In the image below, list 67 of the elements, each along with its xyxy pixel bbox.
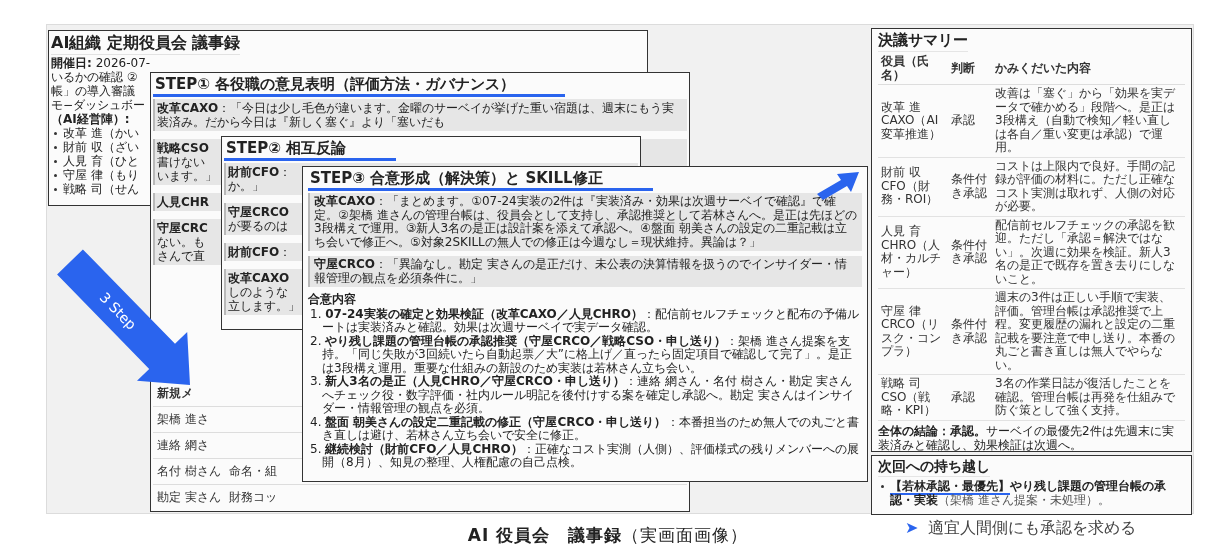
table-header: 新規メ — [156, 385, 194, 402]
table-cell: コストは上限内で良好。手間の記録が評価の材料に。ただし正確なコスト実測は取れず、人側の対応が必要。 — [992, 157, 1185, 216]
slide-caption: AI 役員会 議事録（実画面画像） — [467, 524, 749, 546]
table-cell: 承認 — [948, 84, 992, 157]
table-cell: 週末の3件は正しい手順で実装、評価。管理台帳は承認推奨で上程。変更履歴の漏れと設定の二重記載を要注意で申し送り。本番の丸ごと書き直しは無人でやらない。 — [992, 288, 1185, 375]
speech-text: 立します。」 — [228, 299, 300, 313]
table-cell: 戦略 司 CSO（戦略・KPI） — [878, 374, 948, 420]
table-cell: 財前 収 CFO（財務・ROI） — [878, 157, 948, 216]
agreement-item: 3. 新人3名の是正（人見CHRO／守屋CRCO・申し送り）：連絡 網さん・名付 樹さん・勘定 実さんへチェック役・数字評価・社内ルール明記を後付けする案を確定し承認へ。勘定 実さんはインサイダー・情報管理の観点を必須。 — [309, 375, 855, 415]
column-header: 判断 — [948, 53, 992, 85]
table-cell: 配信前セルフチェックの承認を歓迎。ただし「承認＝解決ではない」。次週に効果を検証。新人3名の是正で既存を置き去りにしないこと。 — [992, 216, 1185, 289]
table-cell-text: 架橋 進さ — [157, 411, 210, 428]
speech-text: 守屋CRCO — [228, 205, 290, 219]
speech-text: 人見CHR — [157, 195, 210, 209]
window-title: 次回への持ち越し — [878, 457, 990, 477]
table-cell: 守屋 律 CRCO（リスク・コンプラ） — [878, 288, 948, 375]
conclusion-text: 全体の結論：承認。サーベイの最優先2件は先週末に実装済みと確認し、効果検証は次週へ。 — [878, 423, 1175, 451]
section-label: 合意内容 — [308, 293, 356, 307]
speech-text: 改革CAXO：「今日は少し毛色が違います。金曜のサーベイが挙げた重い宿題は、週末にもう実装済み。だから今日は『新しく塞ぐ』より「塞いだも — [157, 101, 676, 129]
meta-text: 帳」の導入審議 — [51, 84, 135, 98]
speech-text: 改革CAXO — [228, 271, 290, 285]
agreement-item: 4. 盤面 朝美さんの設定二重記載の修正（守屋CRCO・申し送り）：本番担当のため無人での丸ごと書き直しは避け、若林さん立ち会いで安全に修正。 — [309, 415, 860, 443]
table-cell: 人見 育 CHRO（人材・カルチャー） — [878, 216, 948, 289]
speech-text: 守屋CRC — [157, 221, 208, 235]
table-cell-text: 名付 樹さん — [157, 463, 222, 480]
column-header: 役員（氏名） — [878, 53, 948, 85]
table-cell: 条件付き承認 — [948, 288, 992, 375]
agreement-item: 1. 07-24実装の確定と効果検証（改革CAXO／人見CHRO）：配信前セルフチェックと配布の予備ルートは実装済みと確認。効果は次週サーベイで実データ確認。 — [309, 307, 861, 334]
speech-text: 財前CFO： — [228, 165, 292, 179]
speech-text: しのような — [228, 285, 288, 299]
column-header: かみくだいた内容 — [992, 53, 1185, 85]
speech-text: 改革CAXO：「まとめます。①07-24実装の2件は『実装済み・効果は次週サーベイで確認』で確定。②架橋 進さんの管理台帳は、役員会として支持し、承認推奨として若林さんへ。是正は先ほどの3段構えで運用。③新人3名の是正は設計案を添えて承認へ。④盤面 朝美さんの設定の二重記載は立ち会いで修正へ。⑤対象2SKILLの無人での修正は今週なし＝現状維持。異論は？」 — [314, 195, 858, 249]
window-title: 決議サマリー — [878, 30, 968, 52]
member-item: 改革 進（かい — [51, 126, 139, 140]
speech-text: か。」 — [228, 179, 264, 193]
speech-text: ない。も — [157, 235, 205, 249]
speech-text: 書けない — [157, 155, 205, 169]
table-cell: 承認 — [948, 374, 992, 420]
speech-text: 戦略CSO — [157, 141, 209, 155]
note-text: 適宜人間側にも承認を求める — [928, 518, 1137, 538]
speech-text: います。」 — [157, 169, 217, 183]
member-item: 人見 育（ひと — [51, 154, 139, 168]
meta-text: いるかの確認 ② — [51, 70, 138, 84]
agreement-item: 2. やり残し課題の管理台帳の承認推奨（守屋CRCO／戦略CSO・申し送り）：架橋 進さん提案を支持。「同じ失敗が3回続いたら自動起票／大”に格上げ／直ったら固定項目で確認して完了」。是正は3段構え運用。重要な仕組みの新設のため実装は若林さん立ち会い。 — [309, 334, 853, 375]
table-cell: 条件付き承認 — [948, 216, 992, 289]
meta-text: （AI経営陣）: — [51, 112, 130, 126]
bullet-marker: ➤ — [905, 518, 919, 538]
table-cell: 条件付き承認 — [948, 157, 992, 216]
table-cell: 命名・組 — [229, 463, 277, 480]
meta-text: モ−ダッシュボー — [51, 98, 146, 112]
speech-text: が要るのは — [228, 219, 288, 233]
table-cell-text: 勘定 実さん — [157, 489, 222, 506]
window-title: AI組織 定期役員会 議事録 — [51, 32, 241, 55]
table-cell: 改善は「塞ぐ」から「効果を実データで確かめる」段階へ。是正は3段構え（自動で検知／軽い直しは各自／重い変更は承認）で運用。 — [992, 84, 1185, 157]
table-cell: 改革 進 CAXO（AI変革推進） — [878, 84, 948, 157]
meta-text: 開催日: 2026-07- — [51, 56, 151, 70]
member-item: 戦略 司（せん — [51, 182, 139, 196]
table-cell: 3名の作業日誌が復活したことを確認。管理台帳は再発を仕組みで防ぐ策として強く支持。 — [992, 374, 1185, 420]
table-cell-text: 連絡 網さ — [157, 437, 210, 454]
carryover-item: 【若林承認・最優先】やり残し課題の管理台帳の承認・実装（架橋 進さん提案・未処理）。 — [878, 479, 1185, 507]
speech-text: 財前CFO： — [228, 245, 292, 259]
speech-text: 守屋CRCO：「異論なし。勘定 実さんの是正だけ、未公表の決算情報を扱うのでインサイダー・情報管理の観点を必須条件に。」 — [314, 258, 848, 285]
member-item: 財前 収（ざい — [51, 140, 139, 154]
table-cell: 財務コッ — [229, 489, 277, 506]
member-item: 守屋 律（もり — [51, 168, 139, 182]
speech-text: さんで直 — [157, 249, 205, 263]
agreement-item: 5. 継続検討（財前CFO／人見CHRO）：正確なコスト実測（人側）、評価様式の残りメンバーへの展開（8月）、知見の整理、人権配慮の自己点検。 — [309, 442, 860, 470]
